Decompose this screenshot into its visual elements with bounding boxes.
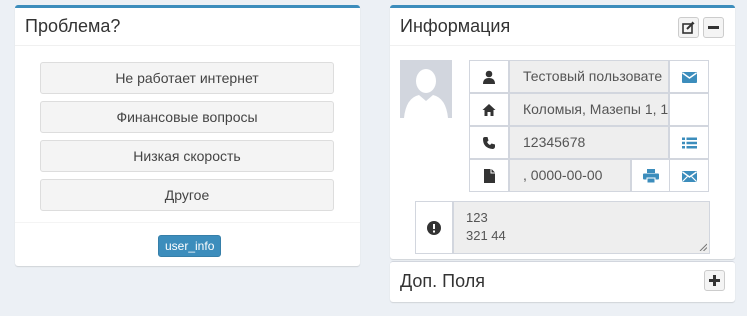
minus-icon [708,26,719,29]
edit-icon [682,21,695,34]
note-textarea[interactable]: 123 321 44 [453,201,710,254]
contract-field[interactable]: , 0000-00-00 [509,159,631,192]
collapse-button[interactable] [703,17,724,38]
info-panel-title: Информация [400,16,511,36]
user-info-button[interactable]: user_info [158,235,222,257]
note-addon [415,201,453,254]
phone-field[interactable]: 12345678 [509,126,669,159]
problem-panel-divider [15,222,360,223]
extra-fields-title: Доп. Поля [400,271,485,291]
list-icon [681,137,697,148]
name-row: Тестовый пользовате [469,60,709,93]
print-icon [642,168,659,183]
exclamation-circle-icon [427,220,441,235]
home-icon [482,103,496,116]
phone-list-button[interactable] [669,126,709,159]
problem-panel-title: Проблема? [25,16,121,36]
option-no-internet-button[interactable]: Не работает интернет [40,62,334,94]
contract-row: , 0000-00-00 [469,159,709,192]
extra-fields-panel: Доп. Поля [390,261,735,302]
contract-addon [469,159,509,192]
envelope-icon [681,71,697,83]
info-panel-header: Информация [390,8,735,46]
file-icon [484,168,495,183]
name-addon [469,60,509,93]
option-low-speed-button[interactable]: Низкая скорость [40,140,334,172]
phone-addon [469,126,509,159]
phone-row: 12345678 [469,126,709,159]
problem-panel: Проблема? Не работает интернет Финансовы… [15,5,360,266]
address-side-cell [669,93,709,126]
envelope-open-icon [681,170,697,182]
resize-grip-icon[interactable] [699,243,707,251]
option-finance-button[interactable]: Финансовые вопросы [40,101,334,133]
phone-icon [483,136,495,149]
user-icon [483,70,495,84]
send-message-button[interactable] [669,60,709,93]
address-addon [469,93,509,126]
print-button[interactable] [631,159,670,192]
problem-panel-header: Проблема? [15,8,360,46]
address-row: Коломыя, Мазепы 1, 1 [469,93,709,126]
expand-button[interactable] [704,270,725,291]
note-line: 123 [466,210,488,225]
user-avatar-icon [400,60,452,118]
note-line: 321 44 [466,228,506,243]
edit-button[interactable] [678,17,699,38]
info-panel: Информация Тестовый пользовате Коломыя, … [390,5,735,259]
address-field[interactable]: Коломыя, Мазепы 1, 1 [509,93,669,126]
plus-icon [709,275,720,286]
option-other-button[interactable]: Другое [40,179,334,211]
send-contract-button[interactable] [669,159,709,192]
name-field[interactable]: Тестовый пользовате [509,60,669,93]
